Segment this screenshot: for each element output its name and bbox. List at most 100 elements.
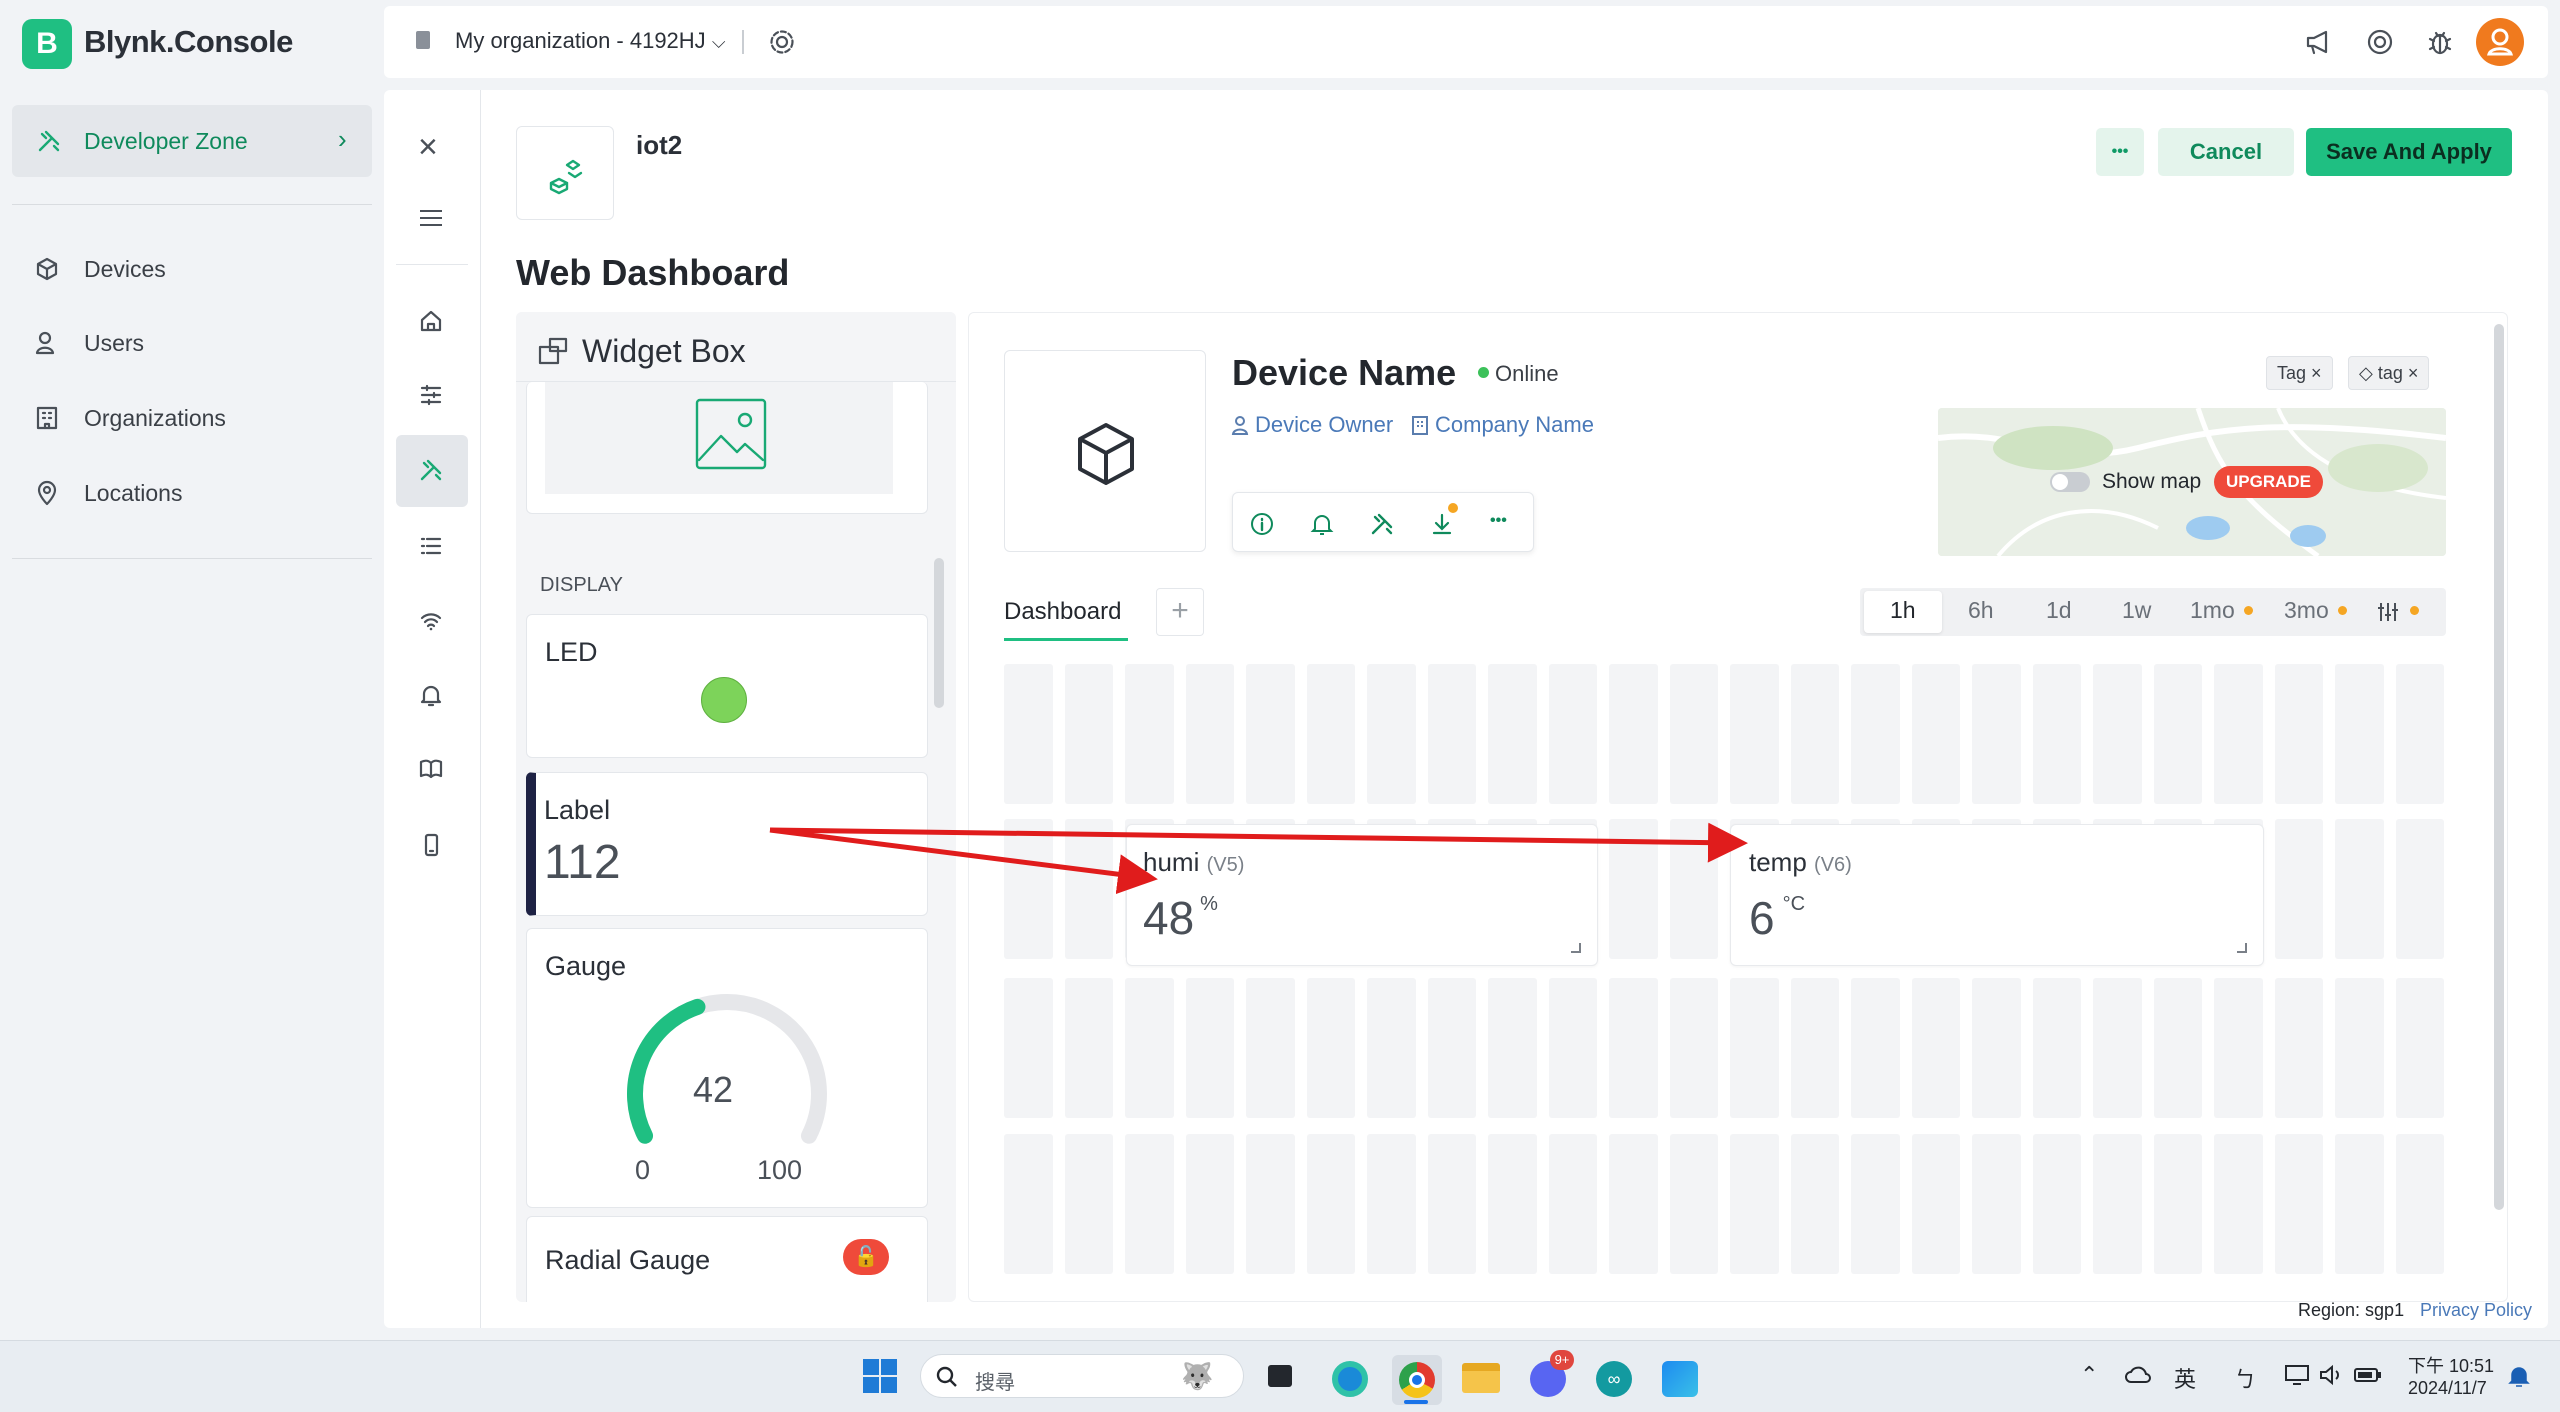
logo-badge[interactable]: B <box>22 19 72 69</box>
battery-icon[interactable] <box>2354 1366 2382 1384</box>
ime-mode[interactable]: ㄅ <box>2234 1362 2256 1394</box>
range-1mo[interactable]: 1mo <box>2190 597 2235 624</box>
book-icon[interactable] <box>418 756 444 782</box>
grid-cell <box>1004 978 1053 1118</box>
megaphone-icon[interactable] <box>2304 28 2334 56</box>
device-owner-link[interactable]: Device Owner <box>1255 412 1393 438</box>
home-icon[interactable] <box>418 308 444 334</box>
sidebar-item-devices[interactable]: Devices <box>84 256 166 283</box>
cloud-icon[interactable] <box>2124 1364 2154 1386</box>
widget-led[interactable]: LED <box>526 614 928 758</box>
grid-cell <box>1306 978 1355 1118</box>
taskbar-search[interactable]: 搜尋 🐺 <box>920 1354 1244 1398</box>
volume-icon[interactable] <box>2318 1364 2344 1386</box>
avatar[interactable] <box>2476 18 2524 66</box>
grid-cell <box>1064 819 1113 959</box>
info-icon[interactable] <box>1250 512 1274 536</box>
widget-box-scrollbar[interactable] <box>934 558 944 708</box>
ime-indicator[interactable]: 英 <box>2174 1362 2196 1394</box>
widget-image[interactable] <box>526 382 928 514</box>
menu-icon[interactable] <box>420 210 442 226</box>
label-widget-value: 112 <box>544 836 621 889</box>
cancel-button[interactable]: Cancel <box>2158 128 2294 176</box>
more-button[interactable]: ••• <box>2096 128 2144 176</box>
show-map-toggle[interactable] <box>2050 472 2090 492</box>
edge-icon[interactable] <box>1326 1355 1372 1401</box>
device-image[interactable] <box>1004 350 1206 552</box>
paint-icon[interactable] <box>1656 1355 1702 1401</box>
category-display: DISPLAY <box>540 574 623 596</box>
widget-gauge[interactable]: Gauge 42 0 100 <box>526 928 928 1208</box>
grid-cell <box>1185 978 1234 1118</box>
list-icon[interactable] <box>418 533 444 559</box>
bell-icon[interactable] <box>418 682 444 708</box>
grid-cell <box>1609 1134 1658 1274</box>
chevron-up-icon[interactable]: ⌃ <box>2080 1362 2098 1388</box>
grid-cell <box>2093 664 2142 804</box>
wifi-icon[interactable] <box>418 608 444 634</box>
grid-cell <box>1730 664 1779 804</box>
sidebar-item-users[interactable]: Users <box>84 330 144 357</box>
widget-box-icon <box>538 337 568 365</box>
range-1w[interactable]: 1w <box>2122 597 2151 624</box>
grid-cell <box>1125 978 1174 1118</box>
tools-icon[interactable] <box>1370 512 1394 536</box>
save-and-apply-button[interactable]: Save And Apply <box>2306 128 2512 176</box>
status-badge: Online <box>1495 361 1559 386</box>
task-view-icon[interactable] <box>1258 1355 1304 1401</box>
notification-bell-icon[interactable] <box>2508 1364 2530 1388</box>
developer-zone-label: Developer Zone <box>84 128 248 154</box>
close-icon[interactable]: × <box>418 130 438 164</box>
datastreams-icon[interactable] <box>418 382 444 408</box>
close-icon[interactable]: × <box>2311 363 2322 383</box>
grid-cell <box>1427 1134 1476 1274</box>
range-3mo[interactable]: 3mo <box>2284 597 2329 624</box>
dashboard-widget-temp[interactable]: temp (V6) 6 °C <box>1730 824 2264 966</box>
canvas-scrollbar[interactable] <box>2494 324 2504 1210</box>
grid-cell <box>1064 1134 1113 1274</box>
grid-cell <box>1851 664 1900 804</box>
sidebar-item-locations[interactable]: Locations <box>84 480 182 507</box>
arduino-icon[interactable]: ∞ <box>1590 1355 1636 1401</box>
gear-icon[interactable] <box>768 28 796 56</box>
company-name-link[interactable]: Company Name <box>1435 412 1594 438</box>
template-thumbnail[interactable] <box>516 126 614 220</box>
resize-handle-icon[interactable] <box>2237 943 2247 953</box>
more-icon[interactable]: ••• <box>1490 512 1507 530</box>
pin-icon <box>37 480 57 506</box>
sliders-icon[interactable] <box>2376 600 2400 624</box>
privacy-policy-link[interactable]: Privacy Policy <box>2420 1300 2532 1321</box>
tag-chip[interactable]: Tag × <box>2266 356 2333 390</box>
grid-cell <box>2153 978 2202 1118</box>
sidebar-item-organizations[interactable]: Organizations <box>84 405 226 432</box>
grid-cell <box>1609 664 1658 804</box>
upgrade-badge[interactable]: UPGRADE <box>2214 466 2324 498</box>
range-1d[interactable]: 1d <box>2046 597 2072 624</box>
resize-handle-icon[interactable] <box>1571 943 1581 953</box>
windows-start-icon[interactable] <box>862 1358 898 1394</box>
mobile-icon[interactable] <box>418 832 444 858</box>
radial-gauge-label: Radial Gauge <box>545 1245 711 1275</box>
tag-chip[interactable]: ◇ tag × <box>2348 356 2430 390</box>
dashboard-grid <box>1004 664 2446 1302</box>
bell-icon[interactable] <box>1310 512 1334 536</box>
clock-time[interactable]: 下午 10:51 <box>2408 1352 2494 1378</box>
grid-cell <box>1851 1134 1900 1274</box>
widget-radial-gauge[interactable]: Radial Gauge 🔓 <box>526 1216 928 1302</box>
support-icon[interactable] <box>2366 28 2394 56</box>
close-icon[interactable]: × <box>2408 363 2419 383</box>
range-1h[interactable]: 1h <box>1890 597 1916 624</box>
tab-dashboard[interactable]: Dashboard <box>1004 598 1121 626</box>
clock-date[interactable]: 2024/11/7 <box>2408 1378 2487 1399</box>
network-icon[interactable] <box>2284 1364 2310 1386</box>
file-explorer-icon[interactable] <box>1458 1355 1504 1401</box>
range-6h[interactable]: 6h <box>1968 597 1994 624</box>
add-tab-button[interactable]: + <box>1156 588 1204 636</box>
chrome-icon[interactable] <box>1392 1355 1442 1405</box>
grid-cell <box>1246 978 1295 1118</box>
dashboard-widget-humi[interactable]: humi (V5) 48% <box>1126 824 1598 966</box>
org-selector[interactable]: My organization - 4192HJ ⌵ <box>455 28 725 54</box>
widget-label[interactable]: Label 112 <box>526 772 928 916</box>
download-icon[interactable] <box>1430 512 1454 536</box>
bug-icon[interactable] <box>2426 27 2454 57</box>
